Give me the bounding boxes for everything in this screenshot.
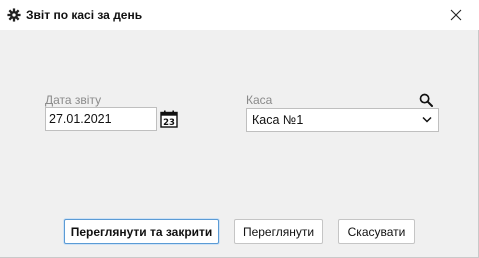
date-input[interactable]: 27.01.2021 bbox=[45, 107, 157, 131]
calendar-day: 23 bbox=[163, 118, 175, 128]
close-button[interactable] bbox=[444, 3, 468, 27]
cancel-button[interactable]: Скасувати bbox=[338, 219, 415, 244]
window-title: Звіт по касі за день bbox=[26, 8, 143, 22]
date-label: Дата звіту bbox=[45, 93, 102, 107]
search-icon[interactable] bbox=[419, 93, 433, 107]
dialog-window: Звіт по касі за день Дата звіту 27.01.20… bbox=[0, 0, 479, 258]
calendar-icon[interactable]: 23 bbox=[160, 110, 178, 128]
cash-select[interactable]: Каса №1 bbox=[246, 108, 439, 132]
view-and-close-button[interactable]: Переглянути та закрити bbox=[64, 219, 219, 244]
close-icon bbox=[450, 9, 462, 21]
gear-icon bbox=[7, 8, 21, 22]
view-button[interactable]: Переглянути bbox=[234, 219, 323, 244]
cash-label: Каса bbox=[246, 93, 273, 107]
title-bar: Звіт по касі за день bbox=[0, 0, 479, 30]
chevron-down-icon bbox=[422, 116, 432, 123]
cash-select-value: Каса №1 bbox=[252, 113, 304, 127]
